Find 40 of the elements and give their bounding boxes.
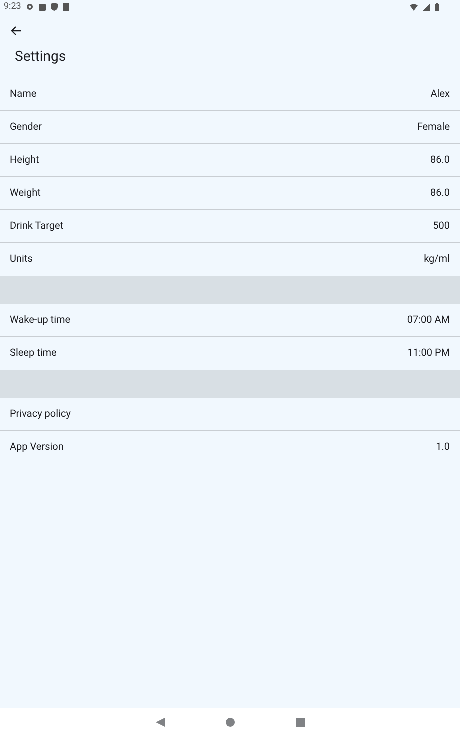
row-label: Units bbox=[10, 253, 33, 267]
row-label: App Version bbox=[10, 441, 64, 455]
shield-icon bbox=[51, 3, 58, 11]
row-value: 86.0 bbox=[430, 154, 450, 168]
row-value: 86.0 bbox=[430, 186, 450, 200]
status-time: 9:23 bbox=[4, 2, 22, 12]
home-nav-icon[interactable] bbox=[226, 718, 234, 726]
signal-icon bbox=[423, 4, 430, 10]
recents-nav-icon[interactable] bbox=[296, 718, 304, 726]
row-value: 500 bbox=[433, 220, 450, 234]
back-button[interactable] bbox=[10, 25, 22, 37]
settings-row[interactable]: Height 86.0 bbox=[0, 144, 460, 177]
row-value: 11:00 PM bbox=[408, 347, 450, 361]
battery-icon bbox=[435, 3, 439, 11]
settings-row[interactable]: Privacy policy bbox=[0, 398, 460, 431]
row-value: kg/ml bbox=[424, 253, 450, 267]
row-label: Sleep time bbox=[10, 347, 57, 361]
row-label: Drink Target bbox=[10, 220, 64, 234]
row-label: Weight bbox=[10, 186, 41, 200]
sd-card-icon bbox=[63, 3, 70, 11]
row-value: 07:00 AM bbox=[407, 314, 450, 328]
page-title: Settings bbox=[15, 48, 66, 66]
settings-row[interactable]: Wake-up time 07:00 AM bbox=[0, 304, 460, 337]
row-value: 1.0 bbox=[436, 441, 450, 455]
row-label: Privacy policy bbox=[10, 408, 71, 422]
settings-row[interactable]: Name Alex bbox=[0, 78, 460, 111]
settings-row[interactable]: Sleep time 11:00 PM bbox=[0, 337, 460, 370]
row-value: Female bbox=[417, 120, 450, 134]
back-nav-icon[interactable] bbox=[156, 718, 164, 726]
row-label: Gender bbox=[10, 120, 42, 134]
settings-row[interactable]: Units kg/ml bbox=[0, 243, 460, 276]
row-label: Height bbox=[10, 154, 40, 168]
settings-row[interactable]: Gender Female bbox=[0, 111, 460, 144]
settings-row[interactable]: Drink Target 500 bbox=[0, 210, 460, 243]
wifi-icon bbox=[410, 4, 418, 10]
row-value: Alex bbox=[430, 88, 450, 102]
row-label: Wake-up time bbox=[10, 314, 71, 328]
row-label: Name bbox=[10, 88, 37, 102]
settings-row[interactable]: App Version 1.0 bbox=[0, 431, 460, 464]
settings-row[interactable]: Weight 86.0 bbox=[0, 177, 460, 210]
